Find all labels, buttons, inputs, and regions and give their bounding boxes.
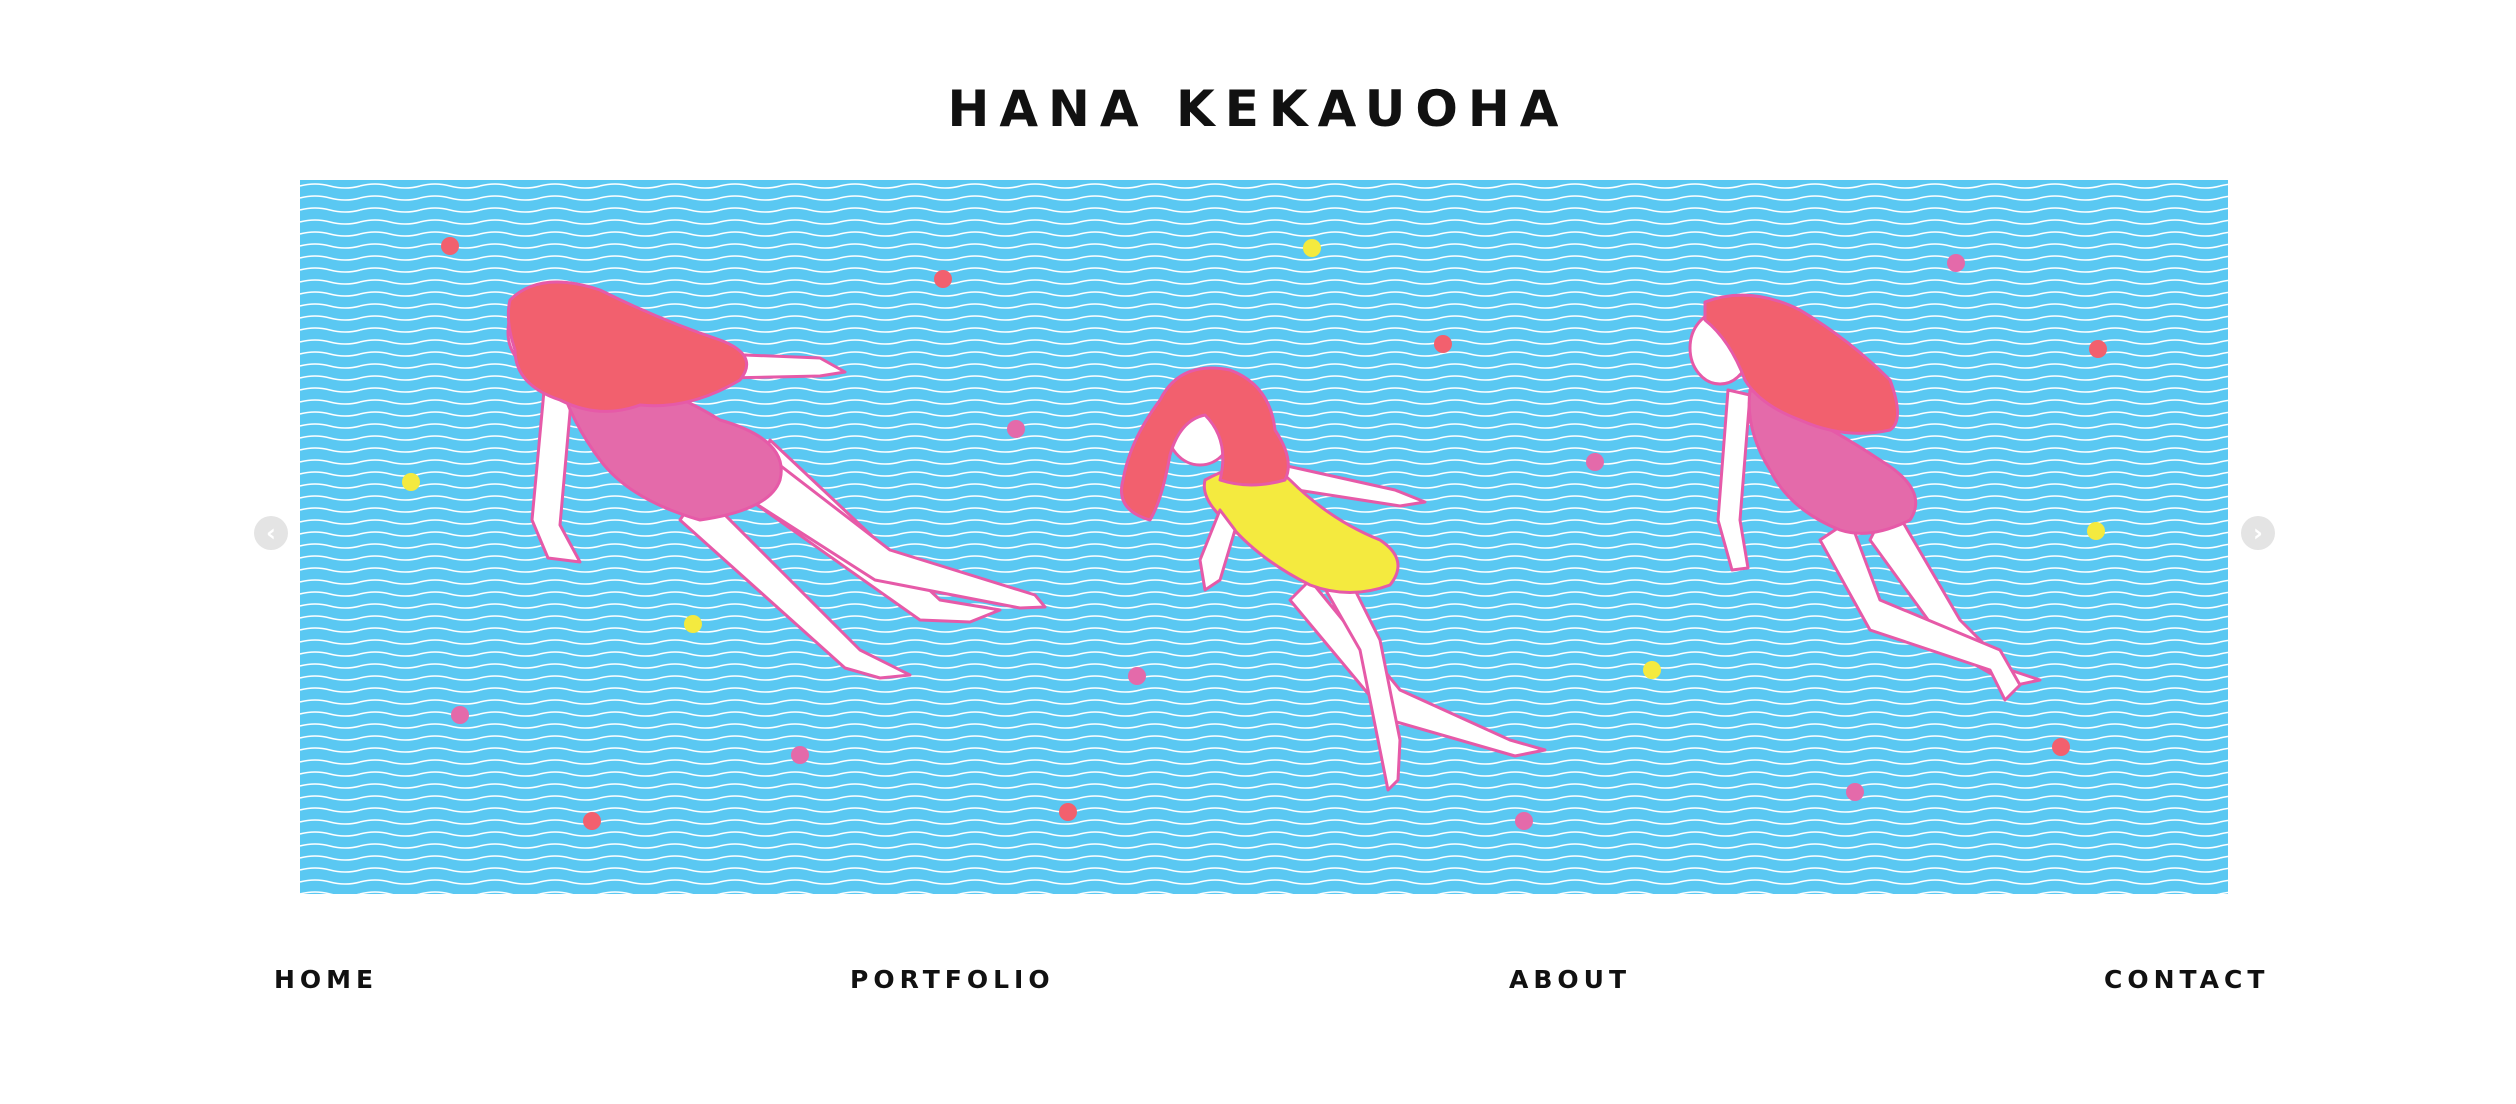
nav-contact[interactable]: CONTACT: [2104, 960, 2269, 1000]
main-navigation: HOME PORTFOLIO ABOUT CONTACT: [0, 960, 2516, 1000]
slide-illustration: [300, 180, 2228, 894]
chevron-right-icon: ›: [2253, 519, 2263, 547]
next-slide-button[interactable]: ›: [2241, 516, 2275, 550]
site-title: HANA KEKAUOHA: [947, 80, 1569, 138]
swimmers-illustration: [300, 180, 2228, 894]
nav-home[interactable]: HOME: [274, 960, 378, 1000]
page: HANA KEKAUOHA ‹ › HOME PORTFOLIO ABOUT C…: [0, 0, 2516, 1104]
chevron-left-icon: ‹: [266, 519, 276, 547]
nav-portfolio[interactable]: PORTFOLIO: [850, 960, 1055, 1000]
prev-slide-button[interactable]: ‹: [254, 516, 288, 550]
image-slider: ‹ ›: [0, 176, 2516, 896]
nav-about[interactable]: ABOUT: [1509, 960, 1631, 1000]
